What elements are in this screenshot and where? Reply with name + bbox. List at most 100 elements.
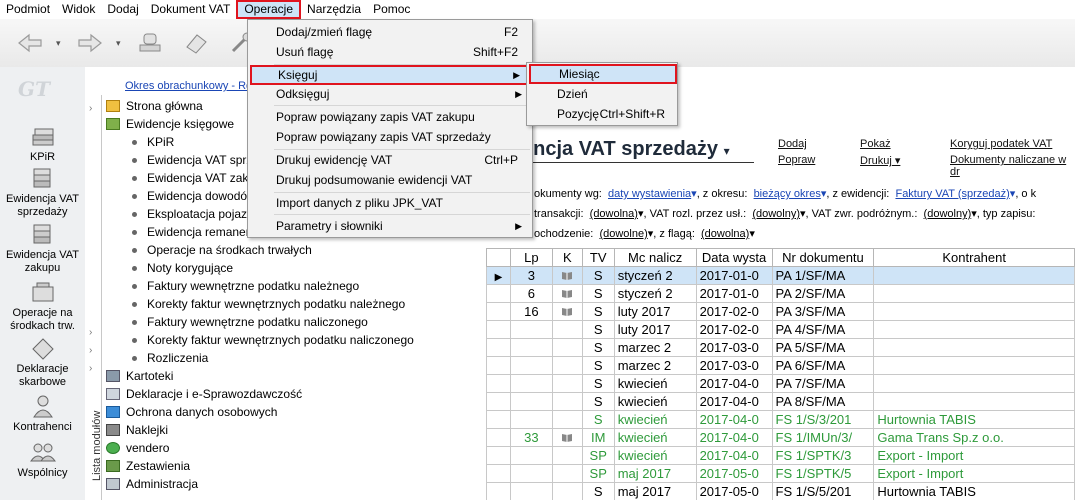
chevron-right-icon[interactable]: › (89, 103, 92, 114)
menu-item-ksieguj[interactable]: Księguj ▶ (250, 65, 530, 85)
table-row[interactable]: SP maj 2017 2017-05-0 FS 1/SPTK/5 Export - I… (486, 464, 1075, 483)
nav-partners[interactable]: Wspólnicy (0, 439, 85, 480)
menu-operacje[interactable]: Operacje (236, 0, 302, 19)
table-row[interactable]: SP kwiecień 2017-04-0 FS 1/SPTK/3 Export - I… (486, 446, 1075, 465)
tree-item[interactable]: vendero (106, 439, 169, 457)
submenu-item-position[interactable]: Pozycję Ctrl+Shift+R (529, 104, 677, 124)
tree-item[interactable]: Ewidencja VAT sprze (132, 151, 259, 169)
column-header[interactable]: Kontrahent (873, 248, 1075, 267)
tree-item[interactable]: Eksploatacja pojazd (132, 205, 254, 223)
add-link[interactable]: Dodaj (778, 138, 807, 150)
register-dropdown[interactable]: Faktury VAT (sprzedaż) (895, 188, 1009, 200)
nav-kpir[interactable]: KPiR (0, 123, 85, 164)
submenu-item-day[interactable]: Dzień (529, 84, 677, 104)
tree-item[interactable]: Noty korygujące (132, 259, 233, 277)
tree-item[interactable]: Administracja (106, 475, 198, 493)
nav-vat-sales[interactable]: Ewidencja VAT sprzedaży (0, 165, 85, 219)
menu-item-parameters[interactable]: Parametry i słowniki ▶ (250, 216, 530, 236)
menu-item-fix-purchase[interactable]: Popraw powiązany zapis VAT zakupu (250, 107, 530, 127)
chevron-right-icon[interactable]: › (89, 327, 92, 338)
transaction-dropdown[interactable]: (dowolna) (590, 208, 638, 220)
forward-dropdown-icon[interactable]: ▾ (116, 38, 124, 49)
period-dropdown[interactable]: bieżący okres (754, 188, 821, 200)
date-type-dropdown[interactable]: daty wystawienia (608, 188, 691, 200)
menu-item-remove-flag[interactable]: Usuń flagę Shift+F2 (250, 42, 530, 62)
forward-button[interactable] (70, 28, 110, 58)
column-header[interactable] (486, 248, 511, 267)
edit-link[interactable]: Popraw (778, 154, 815, 166)
chevron-right-icon[interactable]: › (89, 363, 92, 374)
menu-item-odksieguj[interactable]: Odksięguj ▶ (250, 84, 530, 104)
print-link[interactable]: Drukuj ▾ (860, 154, 900, 167)
menu-item-fix-sales[interactable]: Popraw powiązany zapis VAT sprzedaży (250, 127, 530, 147)
table-row[interactable]: Smarzec 2 2017-03-0 PA 5/SF/MA (486, 338, 1075, 357)
toolbar-stamp-button[interactable] (130, 28, 170, 58)
column-header[interactable]: K (551, 248, 583, 267)
menu-item-import-jpk[interactable]: Import danych z pliku JPK_VAT (250, 193, 530, 213)
tree-item[interactable]: Korekty faktur wewnętrznych podatku nale… (132, 295, 405, 313)
show-link[interactable]: Pokaż (860, 138, 891, 150)
tree-item[interactable]: Kartoteki (106, 367, 173, 385)
menu-item-add-flag[interactable]: Dodaj/zmień flagę F2 (250, 22, 530, 42)
table-row[interactable]: ▶ 3 Sstyczeń 2 2017-01-0 PA 1/SF/MA (486, 266, 1075, 285)
correct-vat-link[interactable]: Koryguj podatek VAT (950, 138, 1052, 150)
tree-item[interactable]: Ewidencja dowodó (132, 187, 247, 205)
tree-item[interactable]: Ewidencja VAT zaku (132, 169, 255, 187)
period-link[interactable]: Okres obrachunkowy - Ro (125, 80, 252, 92)
table-row[interactable]: Skwiecień 2017-04-0 FS 1/S/3/201 Hurtownia … (486, 410, 1075, 429)
vat-refund-dropdown[interactable]: (dowolny) (924, 208, 972, 220)
origin-dropdown[interactable]: (dowolne) (599, 228, 647, 240)
menu-widok[interactable]: Widok (56, 0, 101, 19)
table-row[interactable]: Smaj 2017 2017-05-0 FS 1/S/5/201 Hurtownia … (486, 482, 1075, 500)
table-row[interactable]: Sluty 2017 2017-02-0 PA 4/SF/MA (486, 320, 1075, 339)
nav-vat-purchase[interactable]: Ewidencja VAT zakupu (0, 221, 85, 275)
documents-other-link[interactable]: Dokumenty naliczane w dr (950, 154, 1075, 178)
operacje-menu: Dodaj/zmień flagę F2 Usuń flagę Shift+F2 K… (247, 19, 533, 238)
menu-podmiot[interactable]: Podmiot (0, 0, 56, 19)
tree-item[interactable]: Korekty faktur wewnętrznych podatku nali… (132, 331, 414, 349)
menu-dodaj[interactable]: Dodaj (101, 0, 144, 19)
nav-fixed-assets[interactable]: Operacje na środkach trw. (0, 279, 85, 333)
nav-contractors[interactable]: Kontrahenci (0, 393, 85, 434)
tree-item[interactable]: Ochrona danych osobowych (106, 403, 277, 421)
tree-item[interactable]: Ewidencja remaner (132, 223, 250, 241)
bullet-icon (132, 337, 137, 343)
tree-item[interactable]: Operacje na środkach trwałych (132, 241, 312, 259)
title-dropdown-icon[interactable]: ▾ (724, 144, 730, 158)
tree-item[interactable]: Faktury wewnętrzne podatku należnego (132, 277, 359, 295)
module-list-strip[interactable]: › › › › Lista modułów (85, 95, 103, 500)
vat-service-dropdown[interactable]: (dowolny) (752, 208, 800, 220)
menu-pomoc[interactable]: Pomoc (367, 0, 416, 19)
nav-declarations[interactable]: Deklaracje skarbowe (0, 335, 85, 389)
flag-dropdown[interactable]: (dowolna) (701, 228, 749, 240)
column-header[interactable]: Lp (509, 248, 553, 267)
table-row[interactable]: 16 Sluty 2017 2017-02-0 PA 3/SF/MA (486, 302, 1075, 321)
table-row[interactable]: Skwiecień 2017-04-0 PA 7/SF/MA (486, 374, 1075, 393)
tree-item[interactable]: Deklaracje i e-Sprawozdawczość (106, 385, 302, 403)
column-header[interactable]: TV (581, 248, 615, 267)
table-row[interactable]: 33 IM kwiecień 2017-04-0 FS 1/IMUn/3/Gama Tr… (486, 428, 1075, 447)
tree-item[interactable]: Naklejki (106, 421, 168, 439)
tree-item[interactable]: Ewidencje księgowe (106, 115, 234, 133)
tree-item[interactable]: Rozliczenia (132, 349, 208, 367)
column-header[interactable]: Data wysta (695, 248, 773, 267)
back-dropdown-icon[interactable]: ▾ (56, 38, 64, 49)
submenu-item-month[interactable]: Miesiąc (529, 64, 677, 84)
tree-item[interactable]: KPiR (132, 133, 174, 151)
tree-item[interactable]: Strona główna (106, 97, 203, 115)
back-button[interactable] (10, 28, 50, 58)
menu-item-print-register[interactable]: Drukuj ewidencję VAT Ctrl+P (250, 150, 530, 170)
table-row[interactable]: Smarzec 2 2017-03-0 PA 6/SF/MA (486, 356, 1075, 375)
menu-item-print-summary[interactable]: Drukuj podsumowanie ewidencji VAT (250, 170, 530, 190)
column-header[interactable]: Mc nalicz (613, 248, 697, 267)
chevron-right-icon[interactable]: › (89, 345, 92, 356)
tree-item[interactable]: Faktury wewnętrzne podatku naliczonego (132, 313, 368, 331)
menu-narzedzia[interactable]: Narzędzia (301, 0, 367, 19)
cell-k (551, 320, 583, 339)
table-row[interactable]: 6 Sstyczeń 2 2017-01-0 PA 2/SF/MA (486, 284, 1075, 303)
table-row[interactable]: Skwiecień 2017-04-0 PA 8/SF/MA (486, 392, 1075, 411)
column-header[interactable]: Nr dokumentu (771, 248, 875, 267)
tree-item[interactable]: Zestawienia (106, 457, 190, 475)
menu-dokument-vat[interactable]: Dokument VAT (145, 0, 237, 19)
toolbar-eraser-button[interactable] (176, 28, 216, 58)
